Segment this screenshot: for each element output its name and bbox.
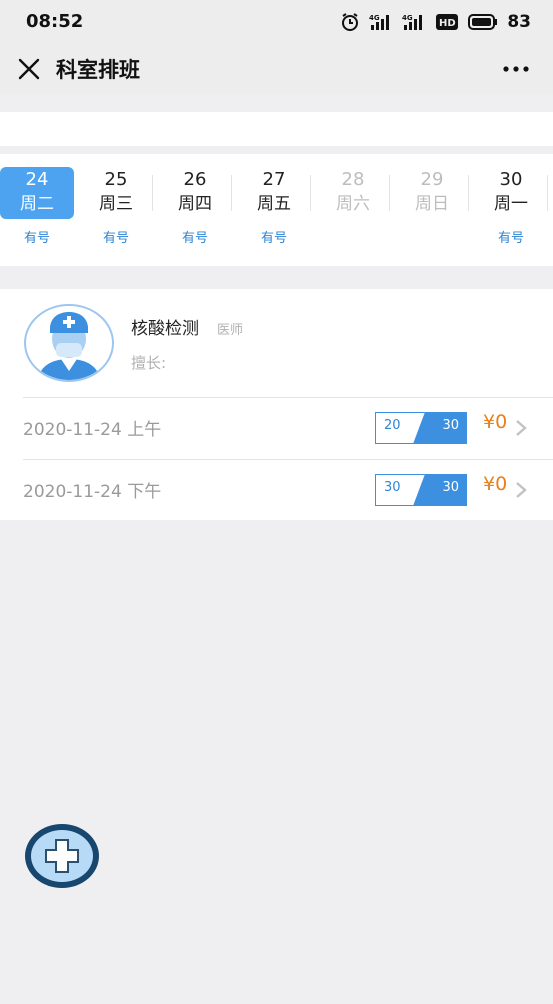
battery-icon [468, 14, 498, 30]
alarm-icon [342, 13, 359, 31]
day-box: 25 周三 [79, 167, 153, 219]
day-weekday: 周日 [415, 194, 449, 214]
day-availability: 有号 [497, 231, 524, 246]
status-icons: 4G 4G HD 83 [340, 12, 531, 32]
day-weekday: 周四 [178, 194, 212, 214]
status-time: 08:52 [26, 11, 84, 32]
day-availability [395, 227, 469, 245]
day-number: 26 [183, 169, 207, 190]
day-number: 27 [262, 169, 286, 190]
doctor-avatar-icon [24, 304, 114, 382]
nav-bar: 科室排班 [0, 44, 553, 94]
add-button[interactable] [23, 822, 101, 890]
day-weekday: 周一 [494, 194, 528, 214]
day-weekday: 周三 [99, 194, 133, 214]
slot-row[interactable]: 2020-11-24 下午 30 30 ¥0 [0, 459, 553, 521]
day-number: 29 [420, 169, 444, 190]
doctor-card: 核酸检测 医师 擅长: 2020-11-24 上午 20 30 ¥0 2020-… [0, 289, 553, 520]
slot-price: ¥0 [483, 411, 508, 433]
day-29: 29 周日 [395, 167, 469, 251]
hd-icon: HD [436, 14, 459, 30]
day-availability: 有号 [181, 231, 208, 246]
slot-row[interactable]: 2020-11-24 上午 20 30 ¥0 [0, 397, 553, 459]
doctor-title: 医师 [217, 323, 244, 338]
more-icon[interactable] [501, 56, 531, 82]
day-weekday: 周五 [257, 194, 291, 214]
slot-date: 2020-11-24 下午 [23, 482, 162, 502]
day-number: 25 [104, 169, 128, 190]
day-divider [547, 175, 548, 211]
close-icon[interactable] [14, 54, 44, 84]
day-box: 27 周五 [237, 167, 311, 219]
day-weekday: 周二 [20, 194, 54, 214]
slot-price: ¥0 [483, 473, 508, 495]
day-number: 24 [25, 169, 49, 190]
doctor-name: 核酸检测 [131, 319, 199, 339]
signal-4g-icon: 4G [402, 14, 423, 30]
blank-strip [0, 112, 553, 146]
day-25[interactable]: 25 周三 有号 [79, 167, 153, 251]
slot-total: 30 [442, 480, 459, 495]
day-30[interactable]: 30 周一 有号 [474, 167, 548, 251]
day-26[interactable]: 26 周四 有号 [158, 167, 232, 251]
day-box: 28 周六 [316, 167, 390, 219]
slot-remaining: 20 [384, 418, 401, 433]
day-28: 28 周六 [316, 167, 390, 251]
battery-percent: 83 [507, 12, 531, 32]
day-box: 29 周日 [395, 167, 469, 219]
chevron-right-icon [516, 420, 527, 436]
day-divider [310, 175, 311, 211]
day-availability [316, 227, 390, 245]
slot-quota-badge: 20 30 [375, 412, 467, 444]
slot-remaining: 30 [384, 480, 401, 495]
day-weekday: 周六 [336, 194, 370, 214]
slot-total: 30 [442, 418, 459, 433]
svg-text:4G: 4G [369, 14, 380, 22]
doctor-skill-label: 擅长: [131, 354, 167, 372]
day-divider [468, 175, 469, 211]
day-availability: 有号 [102, 231, 129, 246]
day-24[interactable]: 24 周二 有号 [0, 167, 74, 251]
day-27[interactable]: 27 周五 有号 [237, 167, 311, 251]
day-divider [389, 175, 390, 211]
day-divider [152, 175, 153, 211]
day-number: 28 [341, 169, 365, 190]
chevron-right-icon [516, 482, 527, 498]
page-title: 科室排班 [56, 58, 140, 82]
day-divider [231, 175, 232, 211]
svg-text:4G: 4G [402, 14, 413, 22]
date-selector: 24 周二 有号 25 周三 有号 26 周四 有号 27 周五 有号 28 周… [0, 154, 553, 266]
svg-text:HD: HD [439, 18, 456, 29]
day-availability: 有号 [260, 231, 287, 246]
day-box: 24 周二 [0, 167, 74, 219]
signal-4g-icon: 4G [369, 14, 390, 30]
day-box: 30 周一 [474, 167, 548, 219]
slot-date: 2020-11-24 上午 [23, 420, 162, 440]
slot-quota-badge: 30 30 [375, 474, 467, 506]
day-number: 30 [499, 169, 523, 190]
day-availability: 有号 [23, 231, 50, 246]
day-box: 26 周四 [158, 167, 232, 219]
status-bar: 08:52 4G 4G HD 83 [0, 0, 553, 44]
